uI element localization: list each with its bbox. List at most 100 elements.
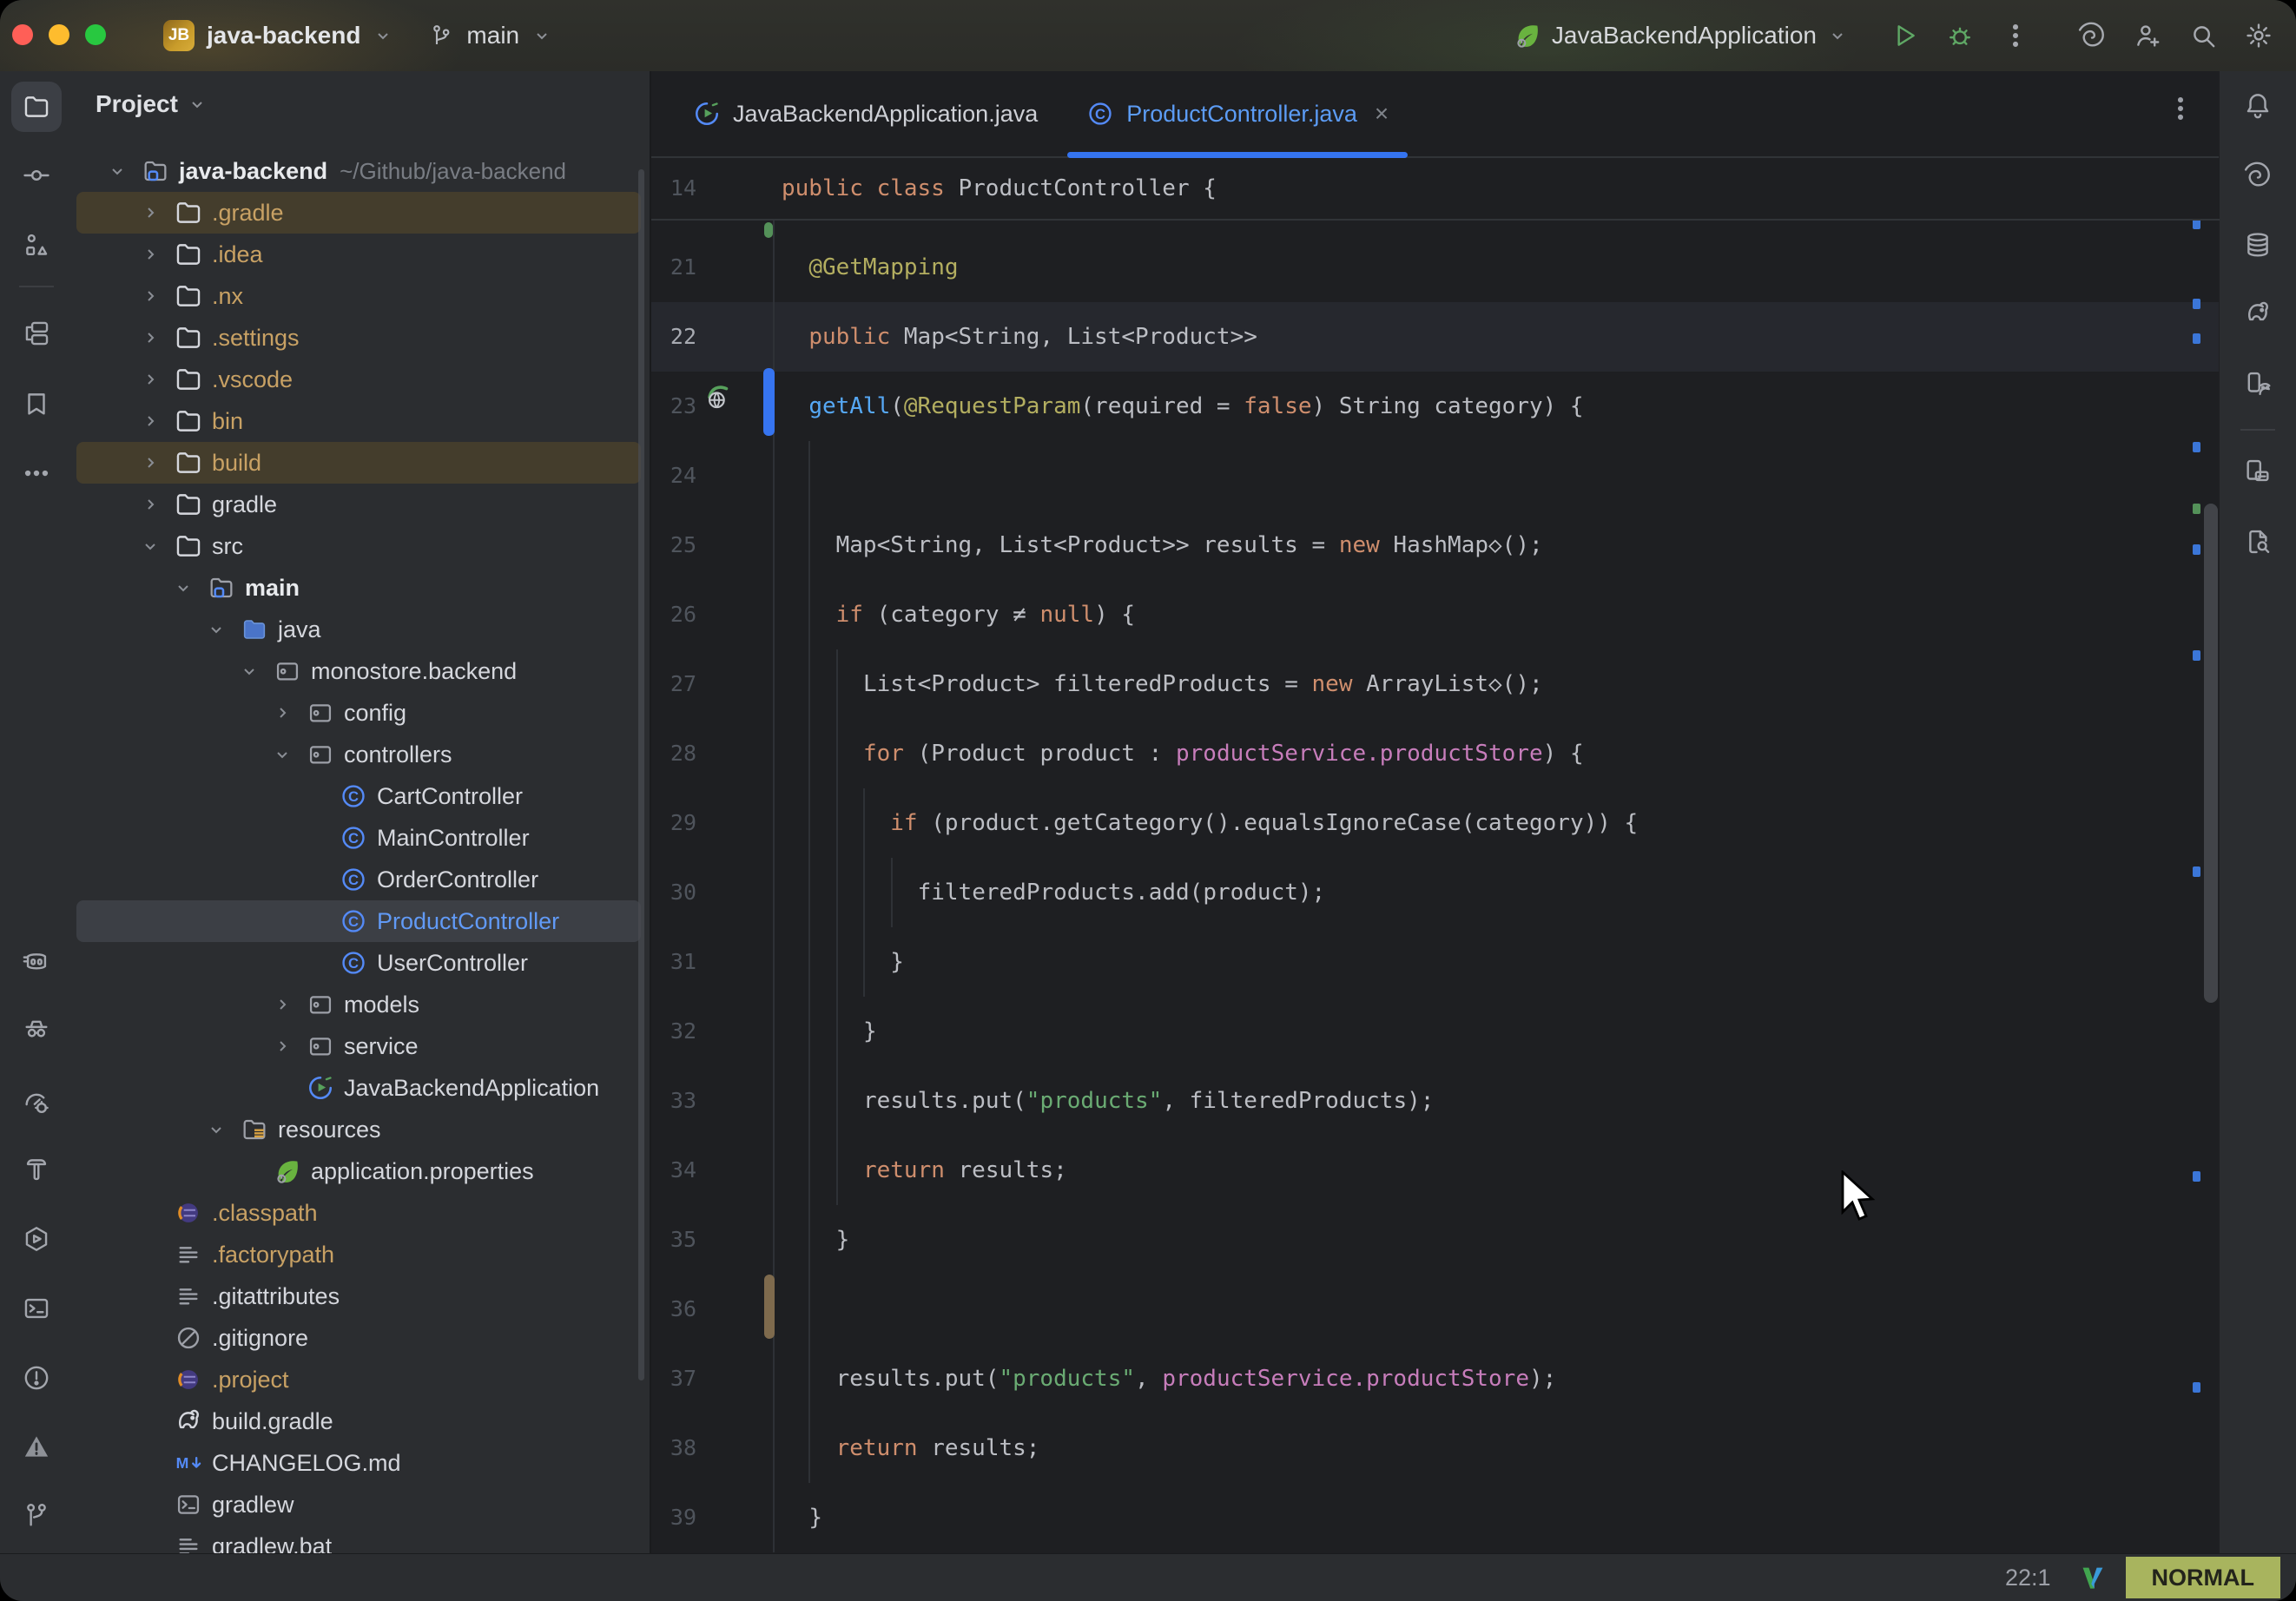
chevron-down-icon[interactable]: [168, 567, 198, 609]
tool-strip-item-project[interactable]: [11, 82, 62, 132]
code-line-30[interactable]: 30filteredProducts.add(product);: [651, 858, 2220, 927]
line-number[interactable]: 25: [655, 511, 696, 580]
tool-strip-item-commit[interactable]: [11, 150, 62, 201]
tool-strip-item-bookmarks[interactable]: [11, 379, 62, 429]
endpoint-globe-icon[interactable]: [700, 372, 731, 441]
tree-item-bin[interactable]: bin: [76, 400, 641, 442]
run-config-selector[interactable]: JavaBackendApplication: [1552, 22, 1817, 49]
code-line-28[interactable]: 28for (Product product : productService.…: [651, 719, 2220, 788]
tree-item-service[interactable]: service: [76, 1025, 641, 1067]
code-line-21[interactable]: 21@GetMapping: [651, 233, 2220, 302]
project-logo[interactable]: JB: [163, 20, 195, 51]
editor-scrollbar[interactable]: [2204, 504, 2218, 1003]
tool-strip-item-structure[interactable]: [11, 308, 62, 359]
tree-item-main[interactable]: main: [76, 567, 641, 609]
chevron-right-icon[interactable]: [135, 234, 165, 275]
tool-strip-item-version-control[interactable]: [11, 1490, 62, 1540]
line-number[interactable]: 26: [655, 580, 696, 649]
tree-item-changelog-md[interactable]: MCHANGELOG.md: [76, 1442, 641, 1484]
tree-item--factorypath[interactable]: .factorypath: [76, 1234, 641, 1275]
error-stripe-mark[interactable]: [2193, 1382, 2200, 1393]
code-line-14[interactable]: 14public class ProductController {: [651, 158, 2220, 221]
line-number[interactable]: 21: [655, 233, 696, 302]
tool-strip-item-find[interactable]: [2233, 517, 2283, 567]
chevron-right-icon[interactable]: [267, 984, 297, 1025]
line-number[interactable]: 33: [655, 1066, 696, 1136]
code-line-39[interactable]: 39}: [651, 1483, 2220, 1552]
chevron-down-icon[interactable]: [234, 650, 264, 692]
tool-strip-item-running-devices[interactable]: [2233, 359, 2283, 409]
chevron-down-icon[interactable]: [201, 1109, 231, 1150]
tree-item--project[interactable]: .project: [76, 1359, 641, 1400]
line-number[interactable]: 30: [655, 858, 696, 927]
project-widget[interactable]: java-backend: [207, 22, 360, 49]
chevron-down-icon[interactable]: [135, 525, 165, 567]
tree-item-application-properties[interactable]: application.properties: [76, 1150, 641, 1192]
chevron-right-icon[interactable]: [135, 359, 165, 400]
tree-item-javabackendapplication[interactable]: JavaBackendApplication: [76, 1067, 641, 1109]
line-number[interactable]: 39: [655, 1483, 696, 1552]
tree-item-resources[interactable]: resources: [76, 1109, 641, 1150]
tree-item--idea[interactable]: .idea: [76, 234, 641, 275]
close-button[interactable]: [12, 24, 33, 45]
chevron-right-icon[interactable]: [135, 275, 165, 317]
line-number[interactable]: 22: [655, 302, 696, 372]
tool-strip-item-database[interactable]: [2233, 220, 2283, 270]
code-line-29[interactable]: 29if (product.getCategory().equalsIgnore…: [651, 788, 2220, 858]
code-line-36[interactable]: 36: [651, 1275, 2220, 1344]
tree-item-build-gradle[interactable]: build.gradle: [76, 1400, 641, 1442]
settings-button[interactable]: [2244, 21, 2273, 50]
line-number[interactable]: 31: [655, 927, 696, 997]
line-number[interactable]: 36: [655, 1275, 696, 1344]
code-line-26[interactable]: 26if (category ≠ null) {: [651, 580, 2220, 649]
chevron-right-icon[interactable]: [267, 692, 297, 734]
tab-options-icon[interactable]: [2166, 94, 2195, 123]
code-line-34[interactable]: 34return results;: [651, 1136, 2220, 1205]
tree-item-models[interactable]: models: [76, 984, 641, 1025]
tool-strip-item-notifications[interactable]: [2233, 80, 2283, 130]
tool-strip-item-device-manager[interactable]: [2233, 446, 2283, 497]
tree-item-cartcontroller[interactable]: CCartController: [76, 775, 641, 817]
error-stripe-mark[interactable]: [2193, 504, 2200, 514]
chevron-right-icon[interactable]: [135, 442, 165, 484]
tree-item--classpath[interactable]: .classpath: [76, 1192, 641, 1234]
chevron-down-icon[interactable]: [102, 150, 132, 192]
error-stripe-mark[interactable]: [2193, 333, 2200, 344]
line-number[interactable]: 28: [655, 719, 696, 788]
tab-javabackendapplication[interactable]: JavaBackendApplication.java: [669, 71, 1062, 156]
tree-item-usercontroller[interactable]: CUserController: [76, 942, 641, 984]
tree-item-maincontroller[interactable]: CMainController: [76, 817, 641, 859]
line-number[interactable]: 38: [655, 1413, 696, 1483]
debug-button[interactable]: [1945, 21, 1975, 50]
error-stripe-mark[interactable]: [2193, 866, 2200, 877]
line-number[interactable]: 24: [655, 441, 696, 511]
tree-item-productcontroller[interactable]: CProductController: [76, 900, 641, 942]
code-line-38[interactable]: 38return results;: [651, 1413, 2220, 1483]
line-number[interactable]: 23: [655, 372, 696, 441]
tool-strip-item-pull-requests[interactable]: [11, 221, 62, 271]
tool-strip-item-problems[interactable]: [11, 1353, 62, 1403]
tool-strip-item-build[interactable]: [11, 1144, 62, 1195]
line-number[interactable]: 35: [655, 1205, 696, 1275]
code-line-23[interactable]: 23getAll(@RequestParam(required = false)…: [651, 372, 2220, 441]
code-line-31[interactable]: 31}: [651, 927, 2220, 997]
tree-item-java[interactable]: java: [76, 609, 641, 650]
tool-strip-item-ai-assistant[interactable]: [2233, 150, 2283, 201]
tool-strip-item-services[interactable]: [11, 1214, 62, 1264]
more-actions-button[interactable]: [2001, 21, 2030, 50]
branch-widget[interactable]: main: [466, 22, 519, 49]
code-line-35[interactable]: 35}: [651, 1205, 2220, 1275]
tree-item--nx[interactable]: .nx: [76, 275, 641, 317]
tool-strip-item-profiler[interactable]: [11, 1077, 62, 1128]
tool-strip-item-code-assistant[interactable]: [11, 1004, 62, 1054]
ai-assistant-button[interactable]: [2077, 21, 2107, 50]
chevron-down-icon[interactable]: [201, 609, 231, 650]
tree-item-java-backend[interactable]: java-backend~/Github/java-backend: [76, 150, 641, 192]
close-tab-icon[interactable]: ×: [1375, 100, 1389, 128]
chevron-right-icon[interactable]: [135, 400, 165, 442]
tool-strip-item-copilot[interactable]: [11, 937, 62, 987]
tool-strip-item-gradle[interactable]: [2233, 288, 2283, 339]
tree-item--vscode[interactable]: .vscode: [76, 359, 641, 400]
tab-productcontroller[interactable]: C ProductController.java ×: [1062, 71, 1413, 156]
tree-item--gitignore[interactable]: .gitignore: [76, 1317, 641, 1359]
